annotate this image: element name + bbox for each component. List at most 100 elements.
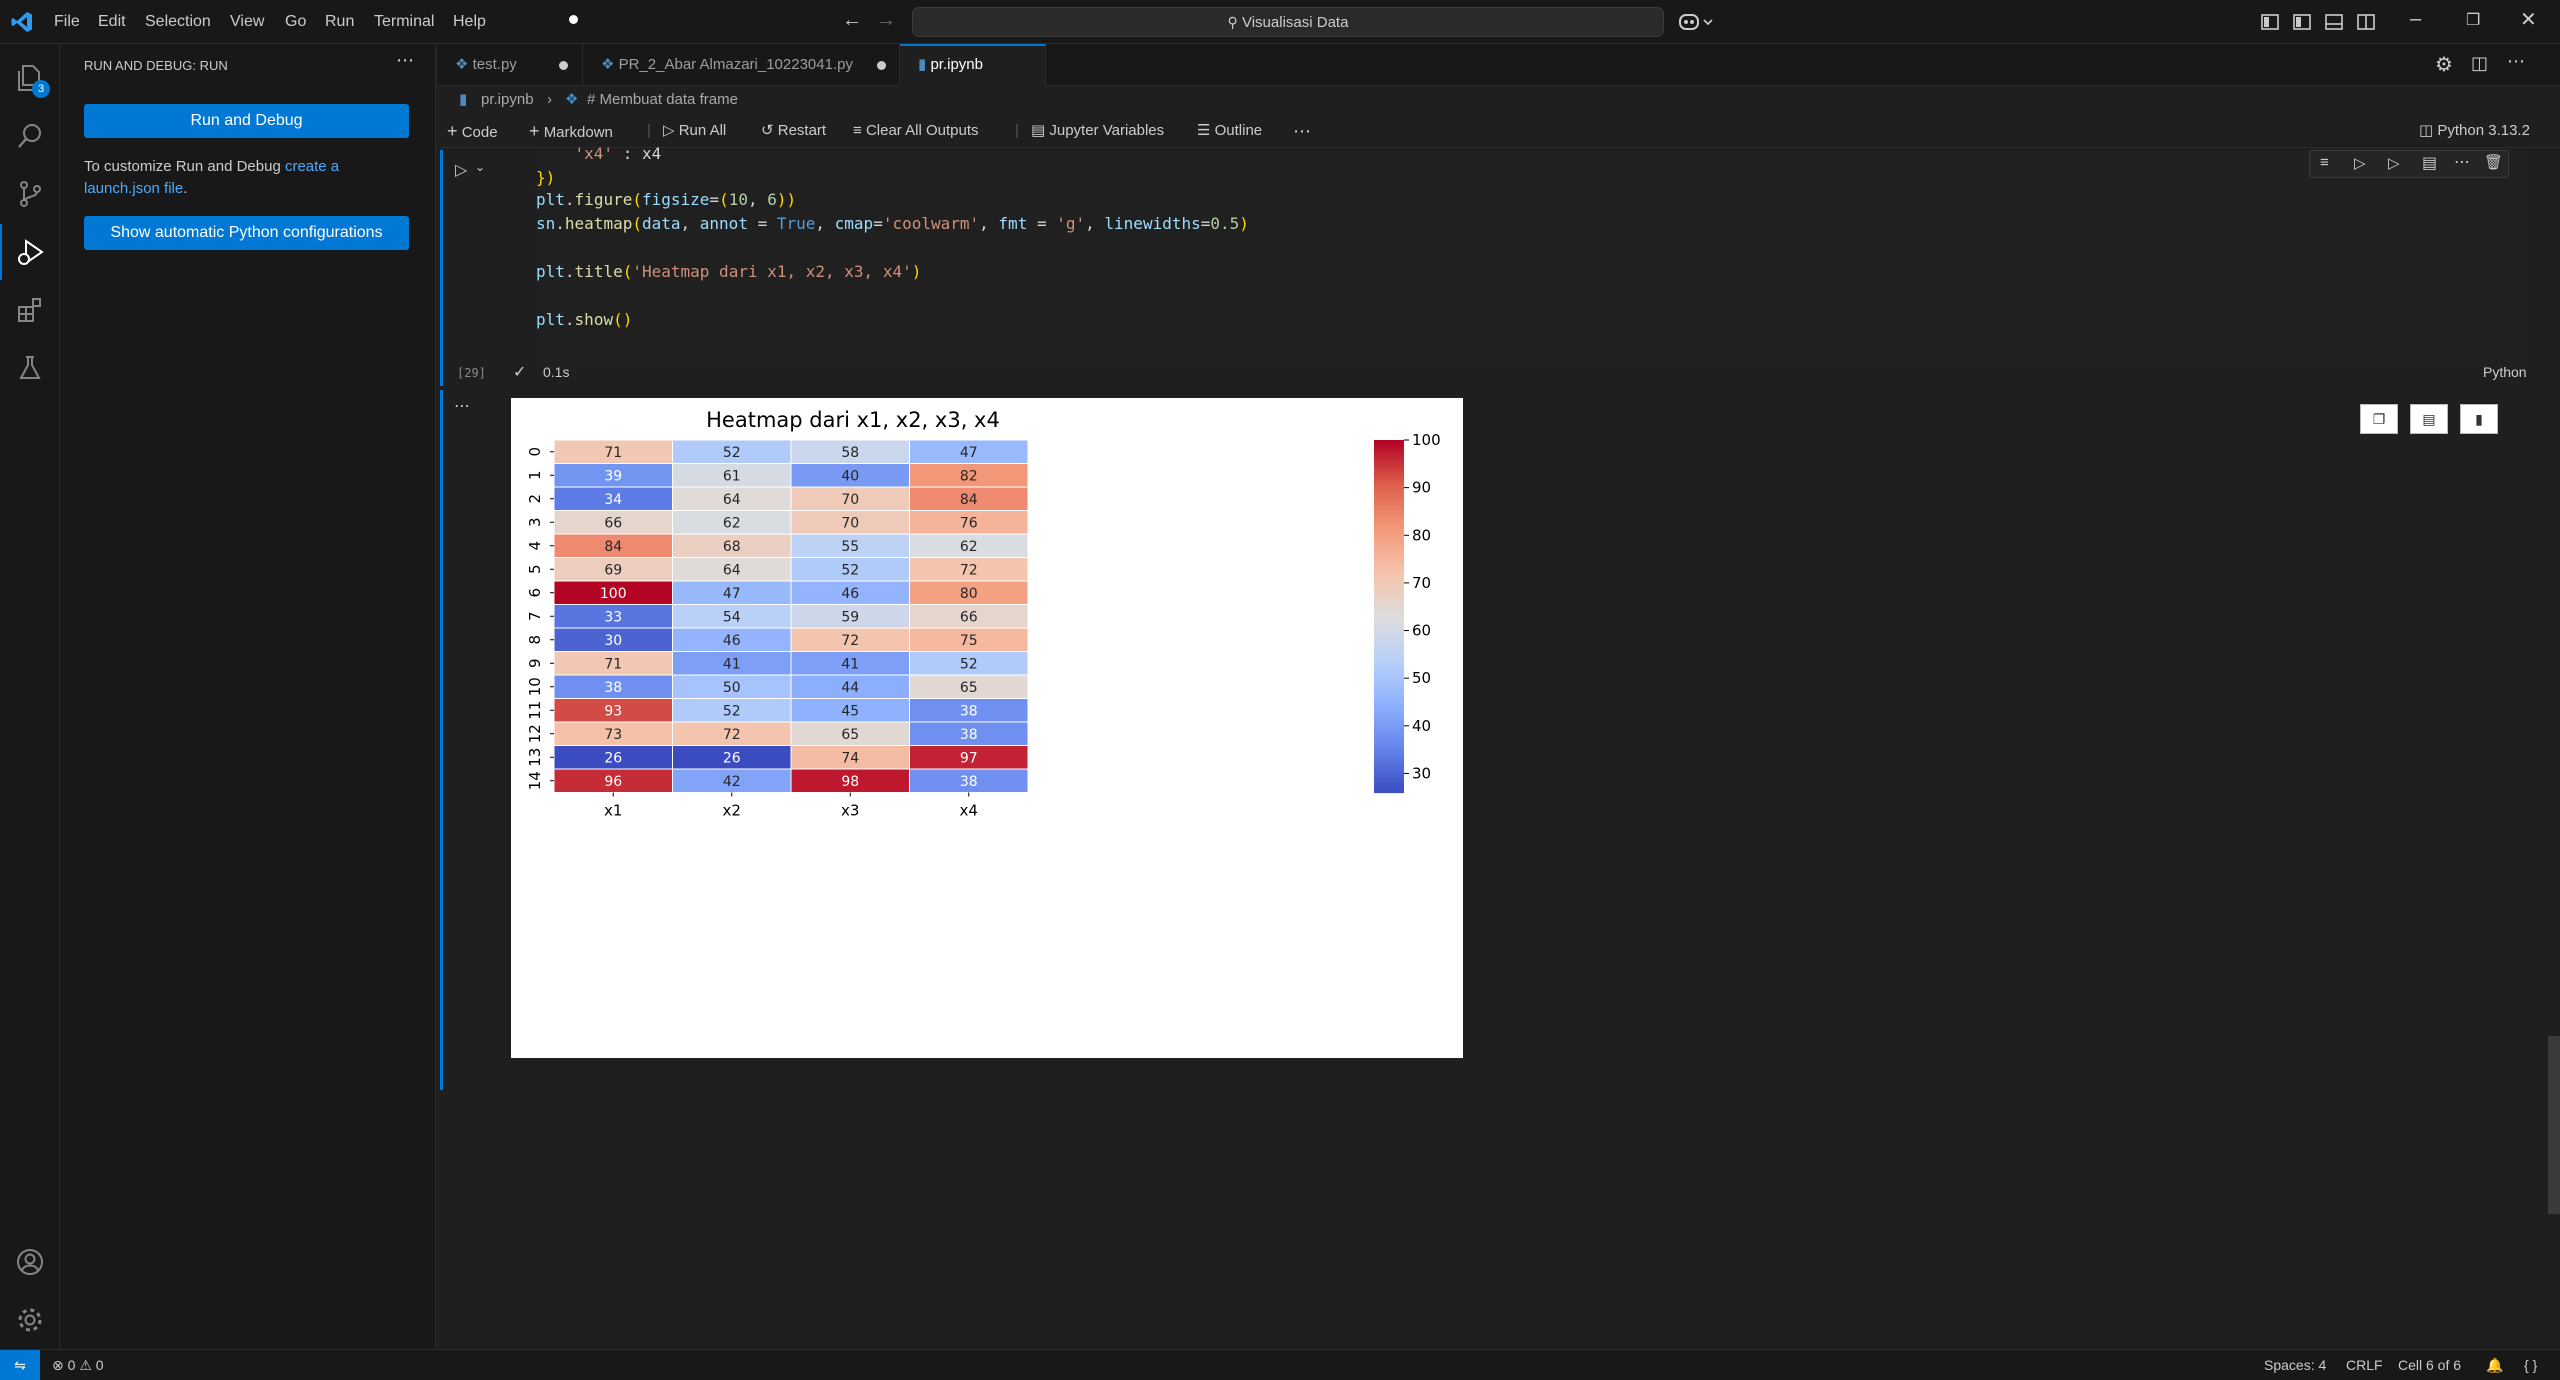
heatmap-cell-label: 62 xyxy=(960,539,978,555)
menu-help[interactable]: Help xyxy=(453,0,486,44)
tab-pr-ipynb[interactable]: ▮ pr.ipynb xyxy=(569,15,1046,86)
source-control-icon[interactable] xyxy=(0,166,60,222)
heatmap-cell-label: 66 xyxy=(604,515,622,531)
show-python-configs-button[interactable]: Show automatic Python configurations xyxy=(84,216,409,250)
cell-language[interactable]: Python xyxy=(2483,364,2527,380)
more-actions-icon[interactable]: ⋯ xyxy=(1293,114,1311,148)
more-actions-icon[interactable]: ⋯ xyxy=(2454,152,2470,172)
save-output-icon[interactable]: ▮ xyxy=(2460,404,2498,434)
run-by-line-icon[interactable]: ≡ xyxy=(2320,154,2329,171)
unsaved-dot-icon[interactable] xyxy=(569,15,578,24)
open-in-editor-icon[interactable]: ▤ xyxy=(2410,404,2448,434)
indentation-indicator[interactable]: Spaces: 4 xyxy=(2264,1350,2326,1380)
heatmap-cell-label: 68 xyxy=(723,539,741,555)
heatmap-cell-label: 71 xyxy=(604,445,622,461)
breadcrumb-section[interactable]: # Membuat data frame xyxy=(587,86,738,114)
launch-json-link[interactable]: launch.json file xyxy=(84,180,183,197)
tab-test-py[interactable]: ❖ test.py xyxy=(437,44,583,86)
testing-icon[interactable] xyxy=(0,340,60,396)
explorer-icon[interactable]: 3 xyxy=(0,50,60,106)
forward-arrow-icon[interactable]: → xyxy=(876,9,896,32)
search-icon[interactable] xyxy=(0,108,60,164)
restart-button[interactable]: ↺ Restart xyxy=(761,114,826,148)
notifications-bell-icon[interactable]: 🔔 xyxy=(2486,1350,2503,1380)
run-all-label: Run All xyxy=(678,122,727,139)
code-cell[interactable]: ▷ ⌄ 'x4' : x4 }) plt.figure(figsize=(10,… xyxy=(440,144,2533,386)
heatmap-cell-label: 41 xyxy=(841,656,859,672)
remote-indicator[interactable]: ⇋ xyxy=(0,1350,40,1380)
heatmap-cell-label: 64 xyxy=(723,492,741,508)
breadcrumb-file[interactable]: pr.ipynb xyxy=(481,86,534,114)
settings-gear-icon[interactable]: ⚙ xyxy=(2435,52,2453,77)
extensions-icon[interactable] xyxy=(0,282,60,338)
search-text: Visualisasi Data xyxy=(1241,14,1349,31)
heatmap-cell-label: 72 xyxy=(960,562,978,578)
braces-icon[interactable]: { } xyxy=(2524,1350,2537,1380)
menu-go[interactable]: Go xyxy=(285,0,306,44)
outline-button[interactable]: ☰ Outline xyxy=(1197,114,1262,148)
row-tick-label: 3 xyxy=(526,517,544,527)
heatmap-cell-label: 72 xyxy=(723,727,741,743)
menu-view[interactable]: View xyxy=(230,0,264,44)
menu-selection[interactable]: Selection xyxy=(145,0,211,44)
row-tick-label: 0 xyxy=(526,447,544,457)
title-bar: File Edit Selection View Go Run Terminal… xyxy=(0,0,2560,44)
colorbar-tick-label: 100 xyxy=(1412,431,1441,449)
code-editor[interactable]: 'x4' : x4 }) plt.figure(figsize=(10, 6))… xyxy=(536,144,2526,370)
minimize-icon[interactable]: – xyxy=(2410,8,2421,31)
copy-output-icon[interactable]: ❐ xyxy=(2360,404,2398,434)
jupyter-variables-button[interactable]: ▤ Jupyter Variables xyxy=(1031,114,1164,148)
execute-below-icon[interactable]: ▷ xyxy=(2388,154,2400,172)
breadcrumb: ▮ pr.ipynb › ❖ # Membuat data frame xyxy=(437,86,2560,114)
delete-icon[interactable]: 🗑 xyxy=(2484,153,2503,171)
split-cell-icon[interactable]: ▤ xyxy=(2422,153,2437,173)
heatmap-cell-label: 80 xyxy=(960,586,978,602)
run-all-button[interactable]: ▷ Run All xyxy=(663,114,726,148)
tab-label: pr.ipynb xyxy=(930,56,983,73)
scrollbar-vertical[interactable] xyxy=(2548,1036,2560,1214)
manage-gear-icon[interactable] xyxy=(0,1292,60,1348)
eol-indicator[interactable]: CRLF xyxy=(2346,1350,2383,1380)
output-more-icon[interactable]: ⋯ xyxy=(454,396,470,416)
back-arrow-icon[interactable]: ← xyxy=(842,9,862,32)
cell-indicator[interactable]: Cell 6 of 6 xyxy=(2398,1350,2461,1380)
colorbar-tick-label: 40 xyxy=(1412,717,1431,735)
kernel-picker[interactable]: ◫ Python 3.13.2 xyxy=(2419,114,2530,148)
menu-terminal[interactable]: Terminal xyxy=(374,0,434,44)
menu-run[interactable]: Run xyxy=(325,0,354,44)
notebook-file-icon: ▮ xyxy=(918,56,927,73)
menu-file[interactable]: File xyxy=(54,0,80,44)
more-actions-icon[interactable]: ⋯ xyxy=(2507,51,2525,72)
restore-icon[interactable]: ❐ xyxy=(2466,10,2480,30)
tab-pr2-py[interactable]: ❖ PR_2_Abar Almazari_10223041.py xyxy=(583,44,900,86)
run-and-debug-button[interactable]: Run and Debug xyxy=(84,104,409,138)
add-code-button[interactable]: + Code xyxy=(447,114,498,150)
row-tick-label: 4 xyxy=(526,541,544,551)
copilot-icon[interactable] xyxy=(1678,11,1714,33)
chevron-down-icon[interactable]: ⌄ xyxy=(475,160,485,174)
heatmap-cell-label: 42 xyxy=(723,774,741,790)
colorbar-segment xyxy=(1374,789,1404,794)
heatmap-cell-label: 64 xyxy=(723,562,741,578)
close-icon[interactable]: ✕ xyxy=(2520,7,2537,32)
run-cell-icon[interactable]: ▷ xyxy=(455,160,467,180)
heatmap-cell-label: 70 xyxy=(841,492,859,508)
clear-outputs-button[interactable]: ≡ Clear All Outputs xyxy=(853,114,979,148)
more-actions-icon[interactable]: ⋯ xyxy=(396,50,414,71)
unsaved-dot-icon[interactable] xyxy=(877,61,886,70)
problems-indicator[interactable]: ⊗ 0 ⚠ 0 xyxy=(52,1350,104,1380)
split-editor-icon[interactable]: ◫ xyxy=(2471,53,2488,74)
status-bar: ⇋ ⊗ 0 ⚠ 0 Spaces: 4 CRLF Cell 6 of 6 🔔 {… xyxy=(0,1349,2560,1380)
create-link[interactable]: create a xyxy=(285,158,339,175)
kernel-icon: ◫ xyxy=(2419,122,2434,139)
run-debug-icon[interactable] xyxy=(0,224,60,280)
add-code-label: Code xyxy=(461,124,498,141)
execute-above-icon[interactable]: ▷ xyxy=(2354,154,2366,172)
command-center-search[interactable]: ⚲ Visualisasi Data xyxy=(912,7,1664,37)
menu-edit[interactable]: Edit xyxy=(98,0,126,44)
heatmap-cell-label: 93 xyxy=(604,703,622,719)
unsaved-dot-icon[interactable] xyxy=(559,61,568,70)
error-icon: ⊗ xyxy=(52,1357,64,1373)
clear-label: Clear All Outputs xyxy=(865,122,979,139)
account-icon[interactable] xyxy=(0,1234,60,1290)
